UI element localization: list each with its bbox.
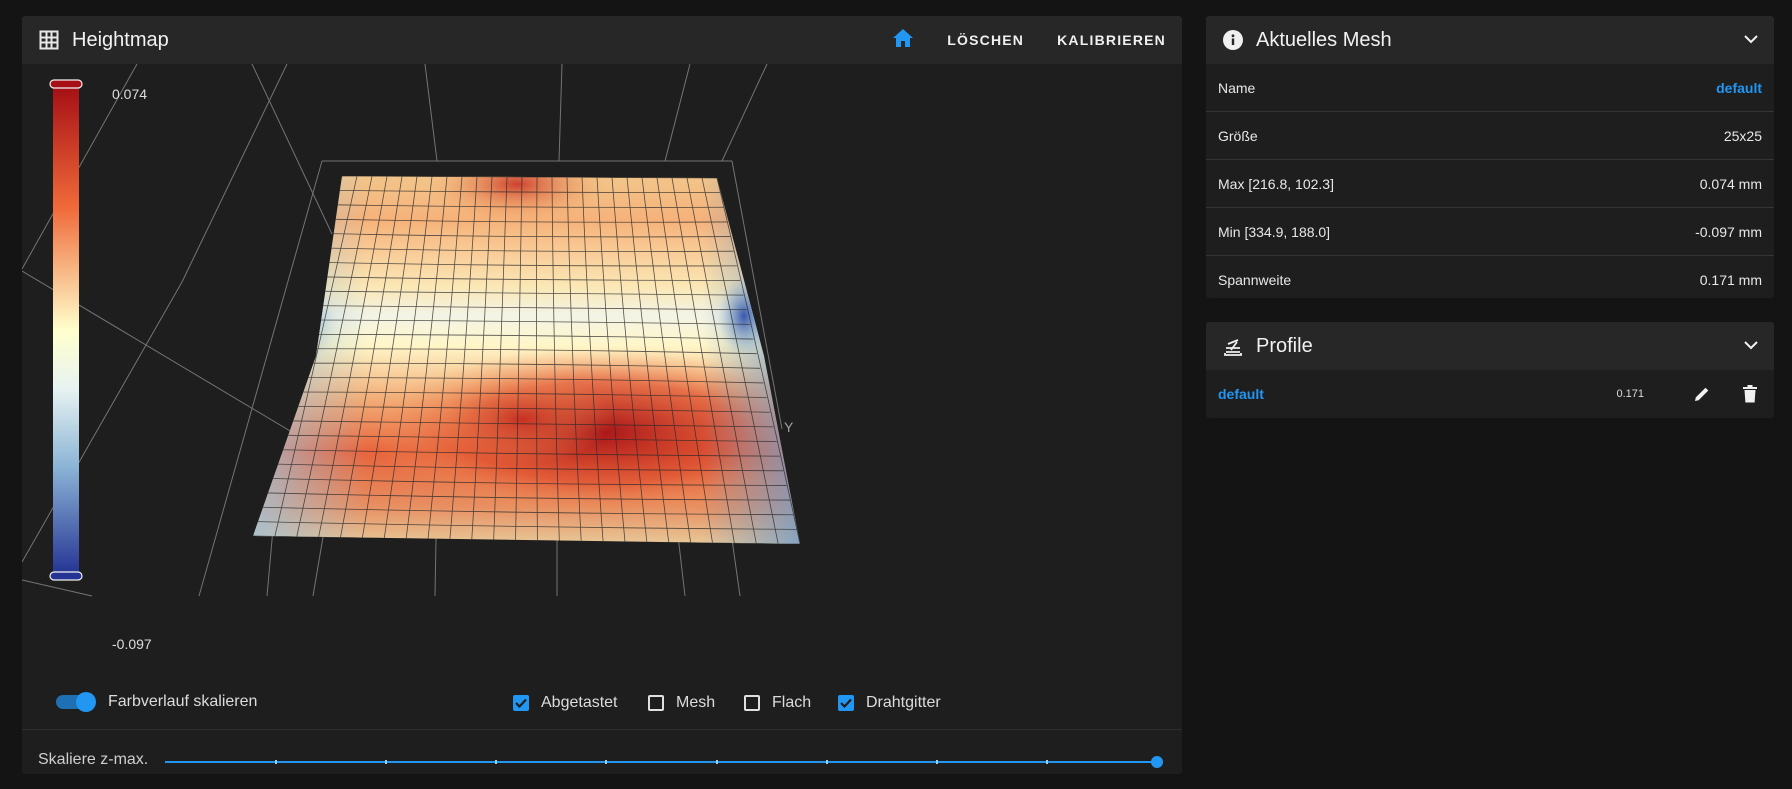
info-icon <box>1222 29 1244 51</box>
chevron-down-icon[interactable] <box>1744 337 1758 355</box>
zmax-slider-thumb[interactable] <box>1151 756 1163 768</box>
heightmap-3d-plot[interactable]: Y <box>22 64 1182 680</box>
delete-profile-button[interactable] <box>1738 382 1762 406</box>
calibrate-button[interactable]: KALIBRIEREN <box>1057 32 1166 48</box>
zmax-slider[interactable] <box>165 756 1163 768</box>
checkbox-flat-label: Flach <box>772 694 812 711</box>
legend-max-label: 0.074 <box>112 86 148 102</box>
legend-min-label: -0.097 <box>112 636 152 652</box>
view-controls: Farbverlauf skalieren Abgetastet Mesh Fl… <box>22 680 1182 728</box>
mesh-row-max: Max [216.8, 102.3] 0.074 mm <box>1206 160 1774 208</box>
zmax-slider-label: Skaliere z-max. <box>38 751 149 768</box>
profile-row: default 0.171 <box>1206 370 1774 418</box>
checkbox-flat[interactable]: Flach <box>744 694 811 712</box>
checkbox-checked-icon <box>513 695 529 711</box>
current-mesh-header[interactable]: Aktuelles Mesh <box>1206 16 1774 64</box>
scale-gradient-toggle[interactable]: Farbverlauf skalieren <box>56 692 258 712</box>
y-axis-label: Y <box>784 419 794 435</box>
checkbox-probed[interactable]: Abgetastet <box>513 694 618 712</box>
trash-icon <box>1743 385 1757 403</box>
home-icon <box>892 28 914 52</box>
checkbox-mesh-label: Mesh <box>676 694 716 711</box>
heightmap-title: Heightmap <box>72 28 169 51</box>
heightmap-visualization[interactable]: Y <box>22 64 1182 680</box>
home-button[interactable] <box>892 28 914 53</box>
chevron-down-icon[interactable] <box>1744 31 1758 49</box>
profile-name-link[interactable]: default <box>1218 386 1264 402</box>
checkbox-unchecked-icon <box>744 695 760 711</box>
profiles-card: Profile default 0.171 <box>1206 322 1774 418</box>
zmax-slider-row: Skaliere z-max. <box>22 729 1182 774</box>
heightmap-header: Heightmap LÖSCHEN KALIBRIEREN <box>22 16 1182 64</box>
checkbox-unchecked-icon <box>648 695 664 711</box>
scale-gradient-label: Farbverlauf skalieren <box>108 693 258 710</box>
color-legend <box>49 79 83 581</box>
checkbox-mesh[interactable]: Mesh <box>648 694 715 712</box>
profiles-title: Profile <box>1256 334 1313 357</box>
legend-max-handle[interactable] <box>49 79 83 89</box>
current-mesh-title: Aktuelles Mesh <box>1256 28 1392 51</box>
checkbox-wireframe[interactable]: Drahtgitter <box>838 694 941 712</box>
edit-profile-button[interactable] <box>1690 382 1714 406</box>
heightmap-card: Heightmap LÖSCHEN KALIBRIEREN Y 0.074 -0… <box>22 16 1182 774</box>
mesh-row-min: Min [334.9, 188.0] -0.097 mm <box>1206 208 1774 256</box>
layers-icon <box>1222 335 1244 357</box>
profiles-header[interactable]: Profile <box>1206 322 1774 370</box>
legend-min-handle[interactable] <box>49 571 83 581</box>
mesh-name-value: default <box>1716 79 1762 96</box>
mesh-row-range: Spannweite 0.171 mm <box>1218 271 1762 288</box>
profile-range: 0.171 <box>1616 388 1644 400</box>
clear-button[interactable]: LÖSCHEN <box>947 32 1024 48</box>
current-mesh-card: Aktuelles Mesh Name default Größe 25x25 Ma… <box>1206 16 1774 298</box>
grid-icon <box>38 29 60 51</box>
mesh-row-size: Größe 25x25 <box>1206 112 1774 160</box>
mesh-surface <box>253 176 800 544</box>
mesh-row-name: Name default <box>1206 64 1774 112</box>
checkbox-wireframe-label: Drahtgitter <box>866 694 941 711</box>
checkbox-checked-icon <box>838 695 854 711</box>
pencil-icon <box>1695 387 1709 401</box>
checkbox-probed-label: Abgetastet <box>541 694 618 711</box>
